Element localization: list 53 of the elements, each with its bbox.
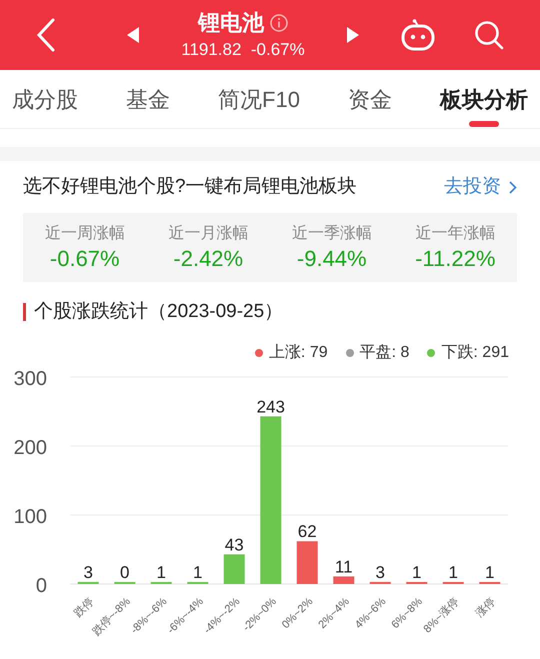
bar-value-label: 1 bbox=[448, 563, 458, 582]
y-tick-label: 300 bbox=[14, 368, 47, 390]
previous-icon[interactable] bbox=[127, 27, 140, 43]
bar-value-label: 243 bbox=[256, 397, 285, 416]
period-label: 近一季涨幅 bbox=[292, 224, 372, 244]
chevron-right-icon bbox=[509, 180, 517, 194]
info-icon[interactable] bbox=[270, 14, 288, 32]
bar-value-label: 0 bbox=[120, 563, 130, 582]
tab[interactable]: 基金 bbox=[126, 70, 170, 128]
legend-label: 平盘: 8 bbox=[360, 342, 410, 362]
bar-value-label: 3 bbox=[376, 562, 385, 582]
promo-text: 选不好锂电池个股?一键布局锂电池板块 bbox=[23, 174, 357, 199]
bar bbox=[224, 554, 245, 584]
period-change: -0.67% bbox=[50, 244, 120, 272]
bar-value-label: 43 bbox=[224, 535, 244, 554]
back-icon[interactable] bbox=[36, 18, 56, 52]
robot-icon[interactable] bbox=[400, 19, 436, 51]
bar-value-label: 11 bbox=[334, 557, 353, 576]
index-quote: 1191.82 -0.67% bbox=[181, 39, 305, 61]
bar bbox=[78, 582, 99, 584]
x-category-label: 涨停 bbox=[474, 596, 498, 620]
period-label: 近一年涨幅 bbox=[415, 224, 496, 244]
invest-link[interactable]: 去投资 bbox=[444, 172, 517, 202]
bar bbox=[333, 576, 354, 584]
period-label: 近一月涨幅 bbox=[168, 224, 248, 244]
period-change: -2.42% bbox=[173, 244, 244, 272]
legend-label: 上涨: 79 bbox=[268, 342, 328, 362]
search-icon[interactable] bbox=[474, 20, 504, 50]
sector-title: 锂电池 bbox=[198, 9, 264, 37]
x-category-label: 跌停 bbox=[72, 596, 96, 620]
tab[interactable]: 板块分析 bbox=[440, 70, 528, 128]
tab[interactable]: 成分股 bbox=[12, 70, 78, 128]
bar-value-label: 1 bbox=[485, 563, 494, 582]
period-change: -11.22% bbox=[415, 244, 496, 272]
y-tick-label: 200 bbox=[14, 437, 47, 459]
tab-indicator bbox=[468, 121, 499, 127]
bar-value-label: 3 bbox=[84, 562, 93, 582]
legend-label: 下跌: 291 bbox=[441, 342, 509, 362]
bar-value-label: 62 bbox=[298, 522, 317, 542]
section-title: 个股涨跌统计（2023-09-25） bbox=[34, 300, 284, 324]
tab[interactable]: 资金 bbox=[348, 70, 392, 128]
y-tick-label: 100 bbox=[14, 506, 47, 528]
bar-value-label: 1 bbox=[156, 563, 166, 582]
next-icon[interactable] bbox=[346, 27, 359, 43]
y-tick-label: 0 bbox=[36, 575, 47, 597]
period-label: 近一周涨幅 bbox=[44, 224, 125, 244]
period-change: -9.44% bbox=[296, 244, 367, 272]
bar bbox=[370, 582, 391, 584]
bar-value-label: 1 bbox=[412, 563, 422, 582]
tab[interactable]: 简况F10 bbox=[218, 70, 300, 128]
bar-value-label: 1 bbox=[193, 563, 202, 582]
section-marker bbox=[23, 303, 26, 322]
bar bbox=[296, 541, 318, 584]
